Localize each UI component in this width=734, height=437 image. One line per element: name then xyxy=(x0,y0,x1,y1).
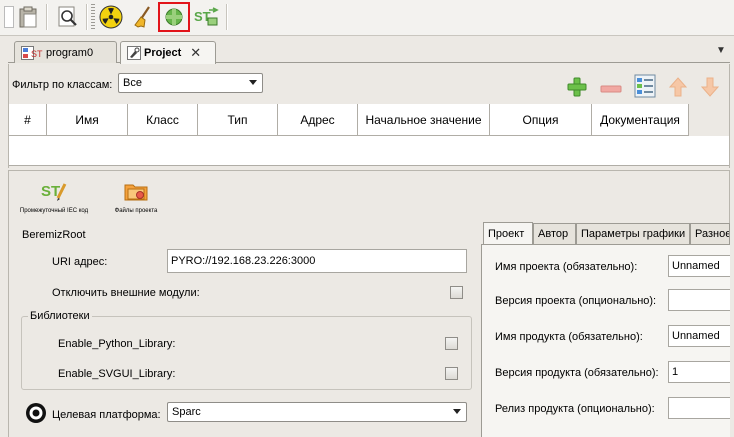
project-icon xyxy=(127,46,141,60)
product-release-label: Релиз продукта (опционально): xyxy=(495,403,655,415)
field-value: Unnamed xyxy=(672,330,720,342)
uri-input[interactable]: PYRO://192.168.23.226:3000 xyxy=(167,249,467,273)
tab-program0[interactable]: ST program0 xyxy=(14,41,117,63)
target-select[interactable]: Sparc xyxy=(167,402,467,422)
tab-misc[interactable]: Разное xyxy=(690,223,730,244)
disable-ext-label: Отключить внешние модули: xyxy=(52,287,200,299)
product-name-input[interactable]: Unnamed xyxy=(668,325,730,347)
column-header[interactable]: Класс xyxy=(128,104,198,136)
add-icon[interactable] xyxy=(566,76,588,98)
column-header[interactable]: Адрес xyxy=(278,104,358,136)
find-icon[interactable] xyxy=(54,3,82,31)
svg-text:ST: ST xyxy=(31,49,43,59)
libraries-group-title: Библиотеки xyxy=(28,310,92,322)
move-up-icon[interactable] xyxy=(668,76,688,98)
tab-label: Проект xyxy=(488,227,525,240)
project-files-button[interactable]: Файлы проекта xyxy=(100,180,172,214)
close-icon[interactable]: ✕ xyxy=(190,45,201,61)
svgui-library-checkbox[interactable] xyxy=(445,367,458,380)
target-value: Sparc xyxy=(172,406,201,418)
disable-ext-checkbox[interactable] xyxy=(450,286,463,299)
toolbar-separator xyxy=(46,4,48,30)
tab-project-properties[interactable]: Проект xyxy=(483,222,533,244)
column-header[interactable]: # xyxy=(9,104,47,136)
uri-value: PYRO://192.168.23.226:3000 xyxy=(171,255,316,267)
broom-icon[interactable] xyxy=(129,3,157,31)
class-filter-select[interactable]: Все xyxy=(118,73,263,93)
st-program-icon: ST xyxy=(21,45,43,60)
clean-build-icon[interactable] xyxy=(97,3,125,31)
product-release-input[interactable] xyxy=(668,397,730,419)
python-library-checkbox[interactable] xyxy=(445,337,458,350)
product-version-input[interactable]: 1 xyxy=(668,361,730,383)
move-down-icon[interactable] xyxy=(700,76,720,98)
tab-label: Автор xyxy=(538,228,569,240)
tab-graphics[interactable]: Параметры графики xyxy=(576,223,690,244)
iec-code-label: Промежуточный IEC код xyxy=(19,208,89,214)
transfer-icon[interactable]: ST xyxy=(192,3,220,31)
class-filter-value: Все xyxy=(123,77,142,89)
project-name-label: Имя проекта (обязательно): xyxy=(495,261,638,273)
filter-label: Фильтр по классам: xyxy=(12,79,113,91)
field-value: 1 xyxy=(672,366,679,378)
tab-label: program0 xyxy=(46,46,94,59)
tab-author[interactable]: Автор xyxy=(533,223,576,244)
field-value: Unnamed xyxy=(672,260,720,272)
project-version-input[interactable] xyxy=(668,289,730,311)
python-library-label: Enable_Python_Library: xyxy=(58,338,176,350)
tab-list-dropdown-icon[interactable]: ▼ xyxy=(716,45,726,56)
tab-project[interactable]: Project ✕ xyxy=(120,41,216,64)
tab-label: Project xyxy=(144,47,182,59)
chevron-down-icon xyxy=(453,409,461,414)
iec-code-icon: ST xyxy=(41,180,67,205)
variables-grid-body[interactable] xyxy=(9,136,729,166)
column-header[interactable]: Тип xyxy=(198,104,278,136)
chevron-down-icon xyxy=(249,80,257,85)
iec-code-button[interactable]: ST Промежуточный IEC код xyxy=(18,180,90,214)
edit-columns-icon[interactable] xyxy=(634,74,656,98)
root-group-title: BeremizRoot xyxy=(22,229,86,241)
column-header[interactable]: Опция xyxy=(490,104,592,136)
tab-label: Параметры графики xyxy=(581,228,686,240)
tab-label: Разное xyxy=(695,228,730,240)
product-version-label: Версия продукта (обязательно): xyxy=(495,367,659,379)
uri-label: URI адрес: xyxy=(52,256,108,268)
column-header[interactable]: Документация xyxy=(592,104,689,136)
variables-grid-header: # Имя Класс Тип Адрес Начальное значение… xyxy=(9,104,689,136)
toolbar-separator xyxy=(226,4,228,30)
paste-icon[interactable] xyxy=(14,3,42,31)
project-name-input[interactable]: Unnamed xyxy=(668,255,730,277)
svgui-library-label: Enable_SVGUI_Library: xyxy=(58,368,176,380)
column-header[interactable]: Имя xyxy=(47,104,128,136)
product-name-label: Имя продукта (обязательно): xyxy=(495,331,643,343)
project-version-label: Версия проекта (опционально): xyxy=(495,295,657,307)
remove-icon[interactable] xyxy=(600,84,622,93)
project-files-label: Файлы проекта xyxy=(114,208,158,214)
column-header[interactable]: Начальное значение xyxy=(358,104,490,136)
connect-icon[interactable] xyxy=(158,2,190,32)
project-files-icon xyxy=(123,180,149,205)
target-icon xyxy=(25,402,47,424)
target-label: Целевая платформа: xyxy=(52,409,161,421)
toolbar-separator xyxy=(86,4,88,30)
toolbar-grip xyxy=(91,4,95,30)
